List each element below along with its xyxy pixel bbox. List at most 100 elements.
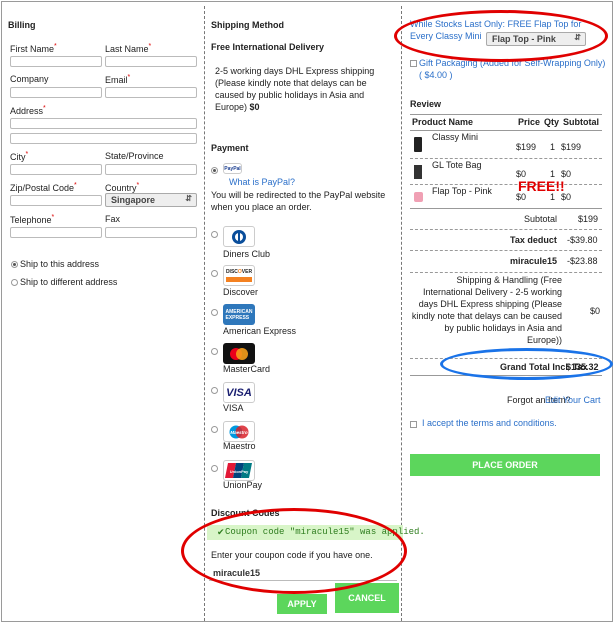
- address-label: Address*: [10, 105, 46, 116]
- item-name: Classy Mini: [432, 132, 479, 142]
- maestro-label: Maestro: [223, 441, 256, 451]
- item-name: GL Tote Bag: [432, 160, 482, 170]
- paypal-note: You will be redirected to the PayPal web…: [211, 190, 386, 212]
- unionpay-icon: UnionPay: [223, 460, 255, 481]
- address-line2-field[interactable]: [10, 133, 197, 144]
- diners-club-label: Diners Club: [223, 249, 271, 259]
- gift-packaging-checkbox[interactable]: [410, 60, 417, 67]
- mastercard-radio[interactable]: [211, 348, 218, 355]
- last-name-label: Last Name*: [105, 43, 152, 54]
- ship-to-this-address-label: Ship to this address: [20, 259, 100, 269]
- coupon-prompt: Enter your coupon code if you have one.: [211, 550, 373, 560]
- divider: [410, 250, 602, 251]
- discover-icon: DISCOVER: [223, 265, 255, 286]
- city-label: City*: [10, 151, 29, 162]
- subtotal-value: $199: [578, 214, 599, 224]
- divider: [410, 184, 602, 185]
- visa-icon: VISA: [223, 382, 255, 403]
- cancel-coupon-button[interactable]: CANCEL: [335, 583, 399, 613]
- company-field[interactable]: [10, 87, 102, 98]
- select-arrows-icon: ⇵: [185, 194, 192, 203]
- discount-codes-title: Discount Codes: [211, 508, 280, 518]
- review-title: Review: [410, 99, 442, 109]
- ship-to-different-address-label: Ship to different address: [20, 277, 118, 287]
- maestro-radio[interactable]: [211, 426, 218, 433]
- what-is-paypal-link[interactable]: What is PayPal?: [229, 176, 295, 188]
- coupon-code-field[interactable]: miracule15: [209, 566, 397, 581]
- divider: [410, 358, 602, 359]
- shipping-handling-value: $0: [590, 306, 601, 316]
- telephone-field[interactable]: [10, 227, 102, 238]
- edit-cart-link[interactable]: Edit Your Cart: [545, 395, 601, 405]
- paypal-radio[interactable]: [211, 167, 218, 174]
- terms-label[interactable]: I accept the terms and conditions.: [422, 418, 557, 428]
- paypal-icon: PayPal: [223, 163, 242, 174]
- first-name-field[interactable]: [10, 56, 102, 67]
- tax-deduct-value: -$39.80: [567, 235, 598, 245]
- billing-title: Billing: [8, 20, 36, 30]
- unionpay-radio[interactable]: [211, 465, 218, 472]
- amex-radio[interactable]: [211, 309, 218, 316]
- payment-title: Payment: [211, 143, 249, 153]
- review-column: While Stocks Last Only: FREE Flap Top fo…: [406, 6, 610, 621]
- item-qty: 1: [550, 142, 556, 152]
- apply-coupon-button[interactable]: APPLY: [277, 594, 327, 614]
- svg-text:Maestro: Maestro: [230, 430, 248, 435]
- coupon-discount-label: miracule15: [510, 256, 558, 266]
- discover-radio[interactable]: [211, 270, 218, 277]
- item-price: $199: [516, 142, 537, 152]
- shipping-handling-label: Shipping & Handling (Free International …: [411, 275, 562, 345]
- shipping-method-name: Free International Delivery: [211, 42, 325, 52]
- coupon-code-value: miracule15: [213, 568, 261, 578]
- amex-label: American Express: [223, 326, 297, 336]
- col-header-price: Price: [518, 117, 541, 127]
- item-subtotal: $199: [561, 142, 582, 152]
- grand-total-value: $135.32: [566, 362, 599, 372]
- coupon-discount-value: -$23.88: [567, 256, 598, 266]
- shipping-payment-column: Shipping Method Free International Deliv…: [204, 6, 425, 621]
- state-field[interactable]: [105, 164, 197, 175]
- country-label: Country*: [105, 182, 140, 193]
- country-value: Singapore: [111, 195, 156, 205]
- diners-club-icon: [223, 226, 255, 247]
- diners-club-radio[interactable]: [211, 231, 218, 238]
- terms-checkbox[interactable]: [410, 421, 417, 428]
- mastercard-label: MasterCard: [223, 364, 271, 374]
- first-name-label: First Name*: [10, 43, 57, 54]
- place-order-button[interactable]: PLACE ORDER: [410, 454, 600, 476]
- country-select[interactable]: Singapore ⇵: [105, 193, 197, 207]
- flap-top-thumbnail: [414, 192, 423, 202]
- city-field[interactable]: [10, 164, 102, 175]
- col-header-product: Product Name: [412, 117, 474, 127]
- fax-label: Fax: [105, 214, 121, 224]
- item-name: Flap Top - Pink: [432, 186, 492, 196]
- checkmark-icon: ✔: [217, 527, 225, 537]
- col-header-qty: Qty: [544, 117, 560, 127]
- visa-radio[interactable]: [211, 387, 218, 394]
- divider: [410, 130, 602, 131]
- divider: [410, 158, 602, 159]
- divider: [410, 375, 602, 376]
- free-gift-select-value: Flap Top - Pink: [492, 34, 556, 44]
- email-label: Email*: [105, 74, 131, 85]
- zip-label: Zip/Postal Code*: [10, 182, 77, 193]
- zip-field[interactable]: [10, 195, 102, 206]
- last-name-field[interactable]: [105, 56, 197, 67]
- maestro-icon: Maestro: [223, 421, 255, 442]
- amex-icon: AMERICAN EXPRESS: [223, 304, 255, 325]
- coupon-applied-banner: ✔ Coupon code "miracule15" was applied.: [207, 525, 425, 540]
- tote-bag-thumbnail: [414, 165, 422, 179]
- ship-to-different-address-radio[interactable]: [11, 279, 18, 286]
- address-line1-field[interactable]: [10, 118, 197, 129]
- divider: [410, 114, 602, 115]
- email-field[interactable]: [105, 87, 197, 98]
- svg-text:UnionPay: UnionPay: [230, 469, 249, 474]
- state-label: State/Province: [105, 151, 164, 161]
- divider: [410, 272, 602, 273]
- unionpay-label: UnionPay: [223, 480, 263, 490]
- divider: [410, 208, 602, 209]
- ship-to-this-address-radio[interactable]: [11, 261, 18, 268]
- free-gift-select[interactable]: Flap Top - Pink ⇵: [486, 32, 586, 46]
- billing-column: Billing First Name* Last Name* Company E…: [4, 6, 202, 621]
- fax-field[interactable]: [105, 227, 197, 238]
